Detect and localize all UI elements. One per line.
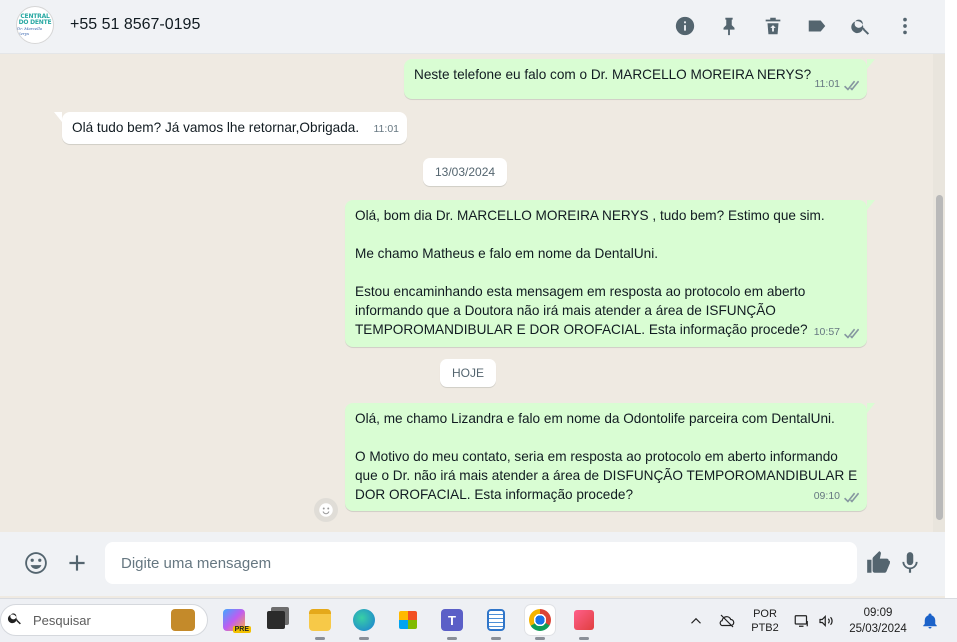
archive-icon[interactable]: [751, 10, 795, 42]
search-icon[interactable]: [839, 10, 883, 42]
emoji-icon[interactable]: [22, 549, 50, 577]
message-meta: 11:01: [815, 75, 860, 94]
teams-icon[interactable]: T: [437, 605, 467, 640]
message-bubble[interactable]: Neste telefone eu falo com o Dr. MARCELL…: [404, 59, 875, 99]
network-icon[interactable]: [792, 599, 812, 642]
read-ticks-icon: [843, 327, 860, 339]
show-hidden-icons-icon[interactable]: [686, 599, 706, 642]
briefcase-icon: [171, 609, 195, 631]
message-text: Olá, bom dia Dr. MARCELLO MOREIRA NERYS …: [355, 208, 825, 337]
message-meta: 10:57: [813, 323, 860, 342]
date-separator: 13/03/2024: [423, 158, 508, 186]
copilot-badge: PRE: [232, 626, 251, 633]
notepad-icon[interactable]: [481, 605, 511, 640]
system-clock[interactable]: 09:09 25/03/2024: [842, 599, 914, 642]
more-vertical-icon[interactable]: [883, 10, 927, 42]
message-bubble[interactable]: Olá, bom dia Dr. MARCELLO MOREIRA NERYS …: [345, 200, 875, 347]
contact-name[interactable]: +55 51 8567-0195: [70, 16, 200, 34]
thumbs-up-icon[interactable]: [864, 549, 892, 577]
message-input[interactable]: [105, 542, 857, 584]
message-meta: 09:10: [813, 487, 860, 506]
file-explorer-icon[interactable]: [305, 605, 335, 640]
chat-messages[interactable]: Neste telefone eu falo com o Dr. MARCELL…: [0, 54, 945, 532]
cloud-offline-icon[interactable]: [716, 599, 738, 642]
date-separator: HOJE: [440, 359, 497, 387]
input-language[interactable]: POR PTB2: [748, 599, 782, 642]
message-meta: 11:01: [374, 120, 400, 139]
message-time: 11:01: [814, 78, 841, 90]
taskbar-search[interactable]: Pesquisar: [0, 604, 208, 636]
read-ticks-icon: [843, 491, 860, 503]
chat-header: CENTRAL DO DENTE Dr. Marcello Nerys +55 …: [0, 0, 945, 54]
clock-time: 09:09: [863, 607, 893, 619]
message-time: 10:57: [813, 326, 840, 338]
contact-avatar[interactable]: CENTRAL DO DENTE Dr. Marcello Nerys: [16, 6, 54, 44]
keyboard-layout: PTB2: [751, 622, 779, 634]
message-time: 11:01: [373, 123, 400, 135]
plus-icon[interactable]: [63, 549, 91, 577]
message-bubble[interactable]: Olá, me chamo Lizandra e falo em nome da…: [345, 403, 875, 511]
chat-scrollbar-thumb[interactable]: [936, 195, 943, 520]
message-bubble[interactable]: Olá tudo bem? Já vamos lhe retornar,Obri…: [54, 112, 407, 144]
message-composer: [0, 532, 945, 596]
chrome-icon[interactable]: [525, 605, 555, 640]
react-emoji-icon[interactable]: [314, 498, 338, 522]
store-icon[interactable]: [393, 605, 423, 635]
windows-taskbar: Pesquisar PRE T POR PTB2 09:09 25/03/202…: [0, 598, 957, 642]
read-ticks-icon: [843, 79, 860, 91]
avatar-logo-line3: Dr. Marcello Nerys: [17, 26, 43, 36]
pin-icon[interactable]: [707, 10, 751, 42]
snipping-tool-icon[interactable]: [569, 605, 599, 640]
edge-icon[interactable]: [349, 605, 379, 640]
message-text: Olá tudo bem? Já vamos lhe retornar,Obri…: [72, 120, 360, 135]
volume-icon[interactable]: [816, 599, 836, 642]
language-code: POR: [753, 608, 777, 620]
label-icon[interactable]: [795, 10, 839, 42]
copilot-icon[interactable]: PRE: [219, 605, 251, 635]
task-view-icon[interactable]: [261, 605, 291, 635]
message-text: Olá, me chamo Lizandra e falo em nome da…: [355, 411, 858, 502]
message-text: Neste telefone eu falo com o Dr. MARCELL…: [414, 67, 812, 82]
window-edge: [945, 0, 957, 598]
search-icon: [7, 610, 23, 631]
header-actions: [663, 10, 927, 42]
taskbar-search-placeholder: Pesquisar: [33, 612, 91, 628]
message-time: 09:10: [813, 490, 840, 502]
notification-bell-icon[interactable]: [920, 599, 940, 642]
microphone-icon[interactable]: [896, 549, 924, 577]
clock-date: 25/03/2024: [849, 623, 907, 635]
info-icon[interactable]: [663, 10, 707, 42]
